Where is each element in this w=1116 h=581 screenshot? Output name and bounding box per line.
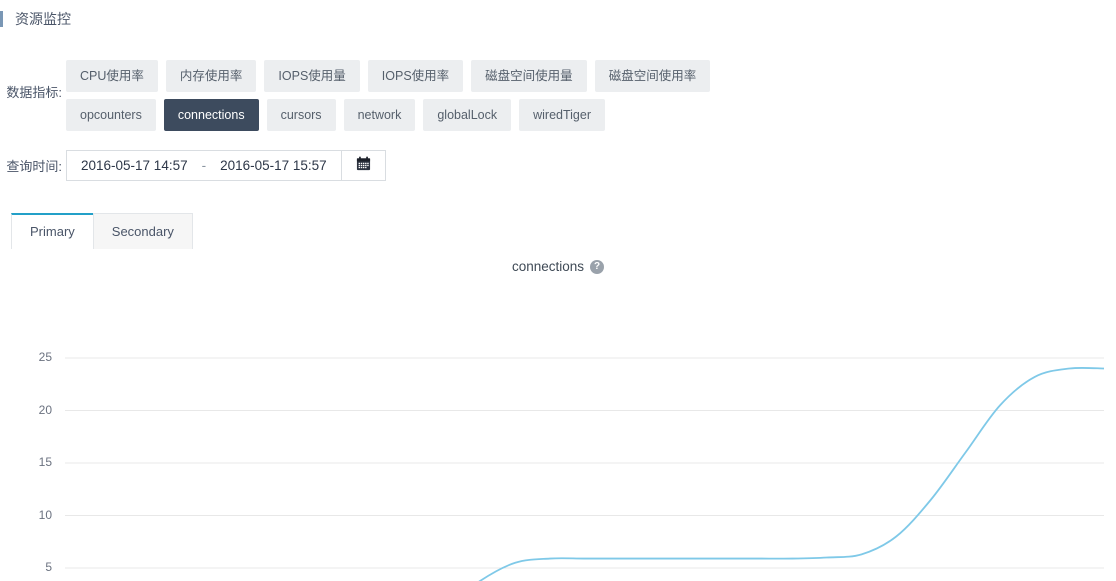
calendar-icon: [356, 156, 371, 176]
date-range-end: 2016-05-17 15:57: [220, 158, 327, 173]
metric-button-iops-amount[interactable]: IOPS使用量: [264, 60, 360, 92]
metric-button-connections[interactable]: connections: [163, 99, 259, 131]
y-axis-tick-label: 20: [38, 402, 52, 417]
date-range-picker[interactable]: 2016-05-17 14:57 - 2016-05-17 15:57: [66, 150, 386, 181]
metric-button-disk-space-amount[interactable]: 磁盘空间使用量: [471, 60, 587, 92]
y-axis-tick-label: 5: [45, 560, 52, 574]
metric-button-cpu-usage[interactable]: CPU使用率: [66, 60, 158, 92]
tab-secondary[interactable]: Secondary: [92, 213, 193, 250]
page-title: 资源监控: [0, 8, 71, 30]
metric-button-cursors[interactable]: cursors: [266, 99, 336, 131]
connections-line-chart[interactable]: [0, 249, 1116, 581]
metric-selector-row: 数据指标: CPU使用率 内存使用率 IOPS使用量 IOPS使用率 磁盘空间使…: [0, 60, 711, 131]
metric-button-disk-space-rate[interactable]: 磁盘空间使用率: [594, 60, 711, 92]
metric-button-globallock[interactable]: globalLock: [423, 99, 512, 131]
tab-primary[interactable]: Primary: [11, 213, 94, 250]
series-line-connections[interactable]: [65, 366, 1104, 581]
metric-button-memory-usage[interactable]: 内存使用率: [165, 60, 257, 92]
title-accent-bar: [0, 11, 3, 27]
metric-button-network[interactable]: network: [343, 99, 416, 131]
metric-button-opcounters[interactable]: opcounters: [66, 99, 156, 131]
y-axis-tick-label: 15: [38, 455, 52, 469]
date-range-input[interactable]: 2016-05-17 14:57 - 2016-05-17 15:57: [66, 150, 342, 181]
date-range-separator: -: [201, 158, 207, 173]
y-axis-tick-label: 10: [38, 507, 52, 522]
metric-button-row-1: CPU使用率 内存使用率 IOPS使用量 IOPS使用率 磁盘空间使用量 磁盘空…: [66, 60, 711, 92]
metric-selector-label: 数据指标:: [6, 85, 62, 100]
replica-role-tabs: Primary Secondary: [11, 212, 193, 250]
metric-button-groups: CPU使用率 内存使用率 IOPS使用量 IOPS使用率 磁盘空间使用量 磁盘空…: [66, 60, 711, 131]
metric-button-row-2: opcounters connections cursors network g…: [66, 99, 710, 131]
time-range-row: 查询时间: 2016-05-17 14:57 - 2016-05-17 15:5…: [0, 150, 386, 181]
chart-panel: connections ? 25 20 15 10 5: [0, 249, 1116, 581]
metric-button-iops-rate[interactable]: IOPS使用率: [367, 60, 464, 92]
calendar-button[interactable]: [341, 150, 386, 181]
resource-monitor-page: 资源监控 数据指标: CPU使用率 内存使用率 IOPS使用量 IOPS使用率 …: [0, 0, 1116, 581]
page-title-text: 资源监控: [15, 11, 71, 27]
date-range-start: 2016-05-17 14:57: [81, 158, 188, 173]
time-range-label: 查询时间:: [6, 159, 62, 174]
metric-button-wiredtiger[interactable]: wiredTiger: [519, 99, 605, 131]
y-axis-tick-label: 25: [38, 350, 52, 364]
